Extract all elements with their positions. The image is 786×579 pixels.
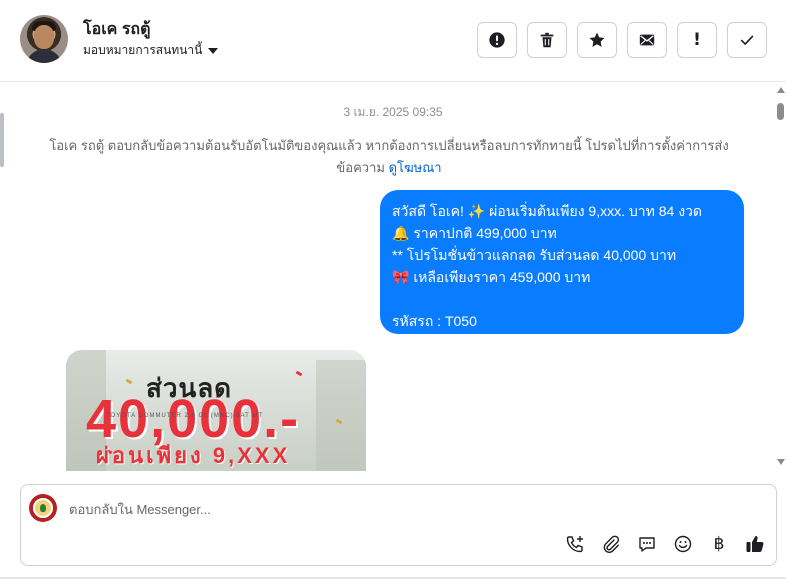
page-logo — [33, 498, 53, 518]
reply-input[interactable] — [69, 499, 669, 519]
message-line: 🎀 เหลือเพียงราคา 459,000 บาท — [392, 269, 591, 285]
caret-down-icon — [208, 48, 219, 54]
view-ad-link[interactable]: ดูโฆษณา — [389, 160, 442, 175]
promo-subline: ผ่อนเพียง 9,XXX — [96, 443, 291, 468]
report-button[interactable] — [477, 22, 517, 58]
conversation-scrollbar[interactable] — [774, 83, 786, 471]
reply-composer: ฿ — [20, 484, 777, 566]
exclamation-icon: ! — [693, 30, 701, 50]
composer-tools: ฿ — [564, 533, 766, 555]
scroll-down-arrow-icon[interactable] — [777, 459, 785, 465]
message-line: 🔔 ราคาปกติ 499,000 บาท — [392, 225, 557, 241]
mark-unread-button[interactable] — [627, 22, 667, 58]
promo-fine-print: TOYOTA COMMUTER 2.8 GL (MNC) 6AT MT — [106, 413, 264, 419]
payment-button[interactable]: ฿ — [708, 533, 730, 555]
important-button[interactable]: ! — [677, 22, 717, 58]
contact-avatar[interactable] — [20, 15, 68, 63]
thumbs-up-icon — [746, 536, 764, 552]
scroll-up-arrow-icon[interactable] — [777, 87, 785, 93]
avatar-face — [34, 25, 54, 49]
trash-icon — [540, 32, 554, 48]
background-building — [316, 360, 366, 471]
message-timestamp: 3 เม.ย. 2025 09:35 — [343, 105, 443, 119]
message-line-blank — [392, 288, 732, 310]
outgoing-message-bubble[interactable]: สวัสดี โอเค! ✨ ผ่อนเริ่มต้นเพียง 9,xxx. … — [380, 190, 744, 334]
confetti-piece — [125, 378, 133, 385]
conversation-area[interactable]: 3 เม.ย. 2025 09:35 โอเค รถตู้ ตอบกลับข้อ… — [0, 83, 786, 471]
assign-label: มอบหมายการสนทนานี้ — [83, 43, 203, 57]
thread-header: โอเค รถตู้ มอบหมายการสนทนานี้ ! — [0, 0, 786, 82]
assign-conversation-dropdown[interactable]: มอบหมายการสนทนานี้ — [83, 41, 219, 60]
thread-actions: ! — [477, 22, 767, 58]
page-avatar — [29, 494, 57, 522]
chat-bubble-icon — [639, 537, 655, 552]
avatar-shirt — [26, 49, 62, 63]
messenger-inbox-thread: โอเค รถตู้ มอบหมายการสนทนานี้ ! 3 เม.ย. … — [0, 0, 786, 579]
saved-reply-button[interactable] — [636, 533, 658, 555]
smiley-icon — [674, 535, 692, 553]
star-button[interactable] — [577, 22, 617, 58]
confetti-piece — [295, 370, 303, 377]
mark-done-button[interactable] — [727, 22, 767, 58]
envelope-icon — [639, 34, 655, 46]
message-line: รหัสรถ : T050 — [392, 313, 477, 329]
auto-reply-notice: โอเค รถตู้ ตอบกลับข้อความต้อนรับอัตโนมัต… — [34, 135, 744, 179]
baht-icon: ฿ — [713, 534, 725, 554]
delete-button[interactable] — [527, 22, 567, 58]
contact-name[interactable]: โอเค รถตู้ — [83, 17, 151, 42]
paperclip-icon — [603, 535, 620, 553]
message-line: สวัสดี โอเค! ✨ ผ่อนเริ่มต้นเพียง 9,xxx. … — [392, 203, 703, 219]
message-line: ** โปรโมชั่นข้าวแลกลด รับส่วนลด 40,000 บ… — [392, 247, 677, 263]
phone-plus-icon — [566, 536, 583, 553]
call-button[interactable] — [564, 533, 586, 555]
check-icon — [740, 35, 754, 45]
emoji-button[interactable] — [672, 533, 694, 555]
exclamation-circle-icon — [489, 32, 505, 48]
scrollbar-thumb[interactable] — [777, 103, 784, 120]
promo-image-attachment[interactable]: ส่วนลด 40,000.- TOYOTA COMMUTER 2.8 GL (… — [66, 350, 366, 471]
star-icon — [589, 32, 605, 47]
like-button[interactable] — [744, 533, 766, 555]
attach-button[interactable] — [600, 533, 622, 555]
